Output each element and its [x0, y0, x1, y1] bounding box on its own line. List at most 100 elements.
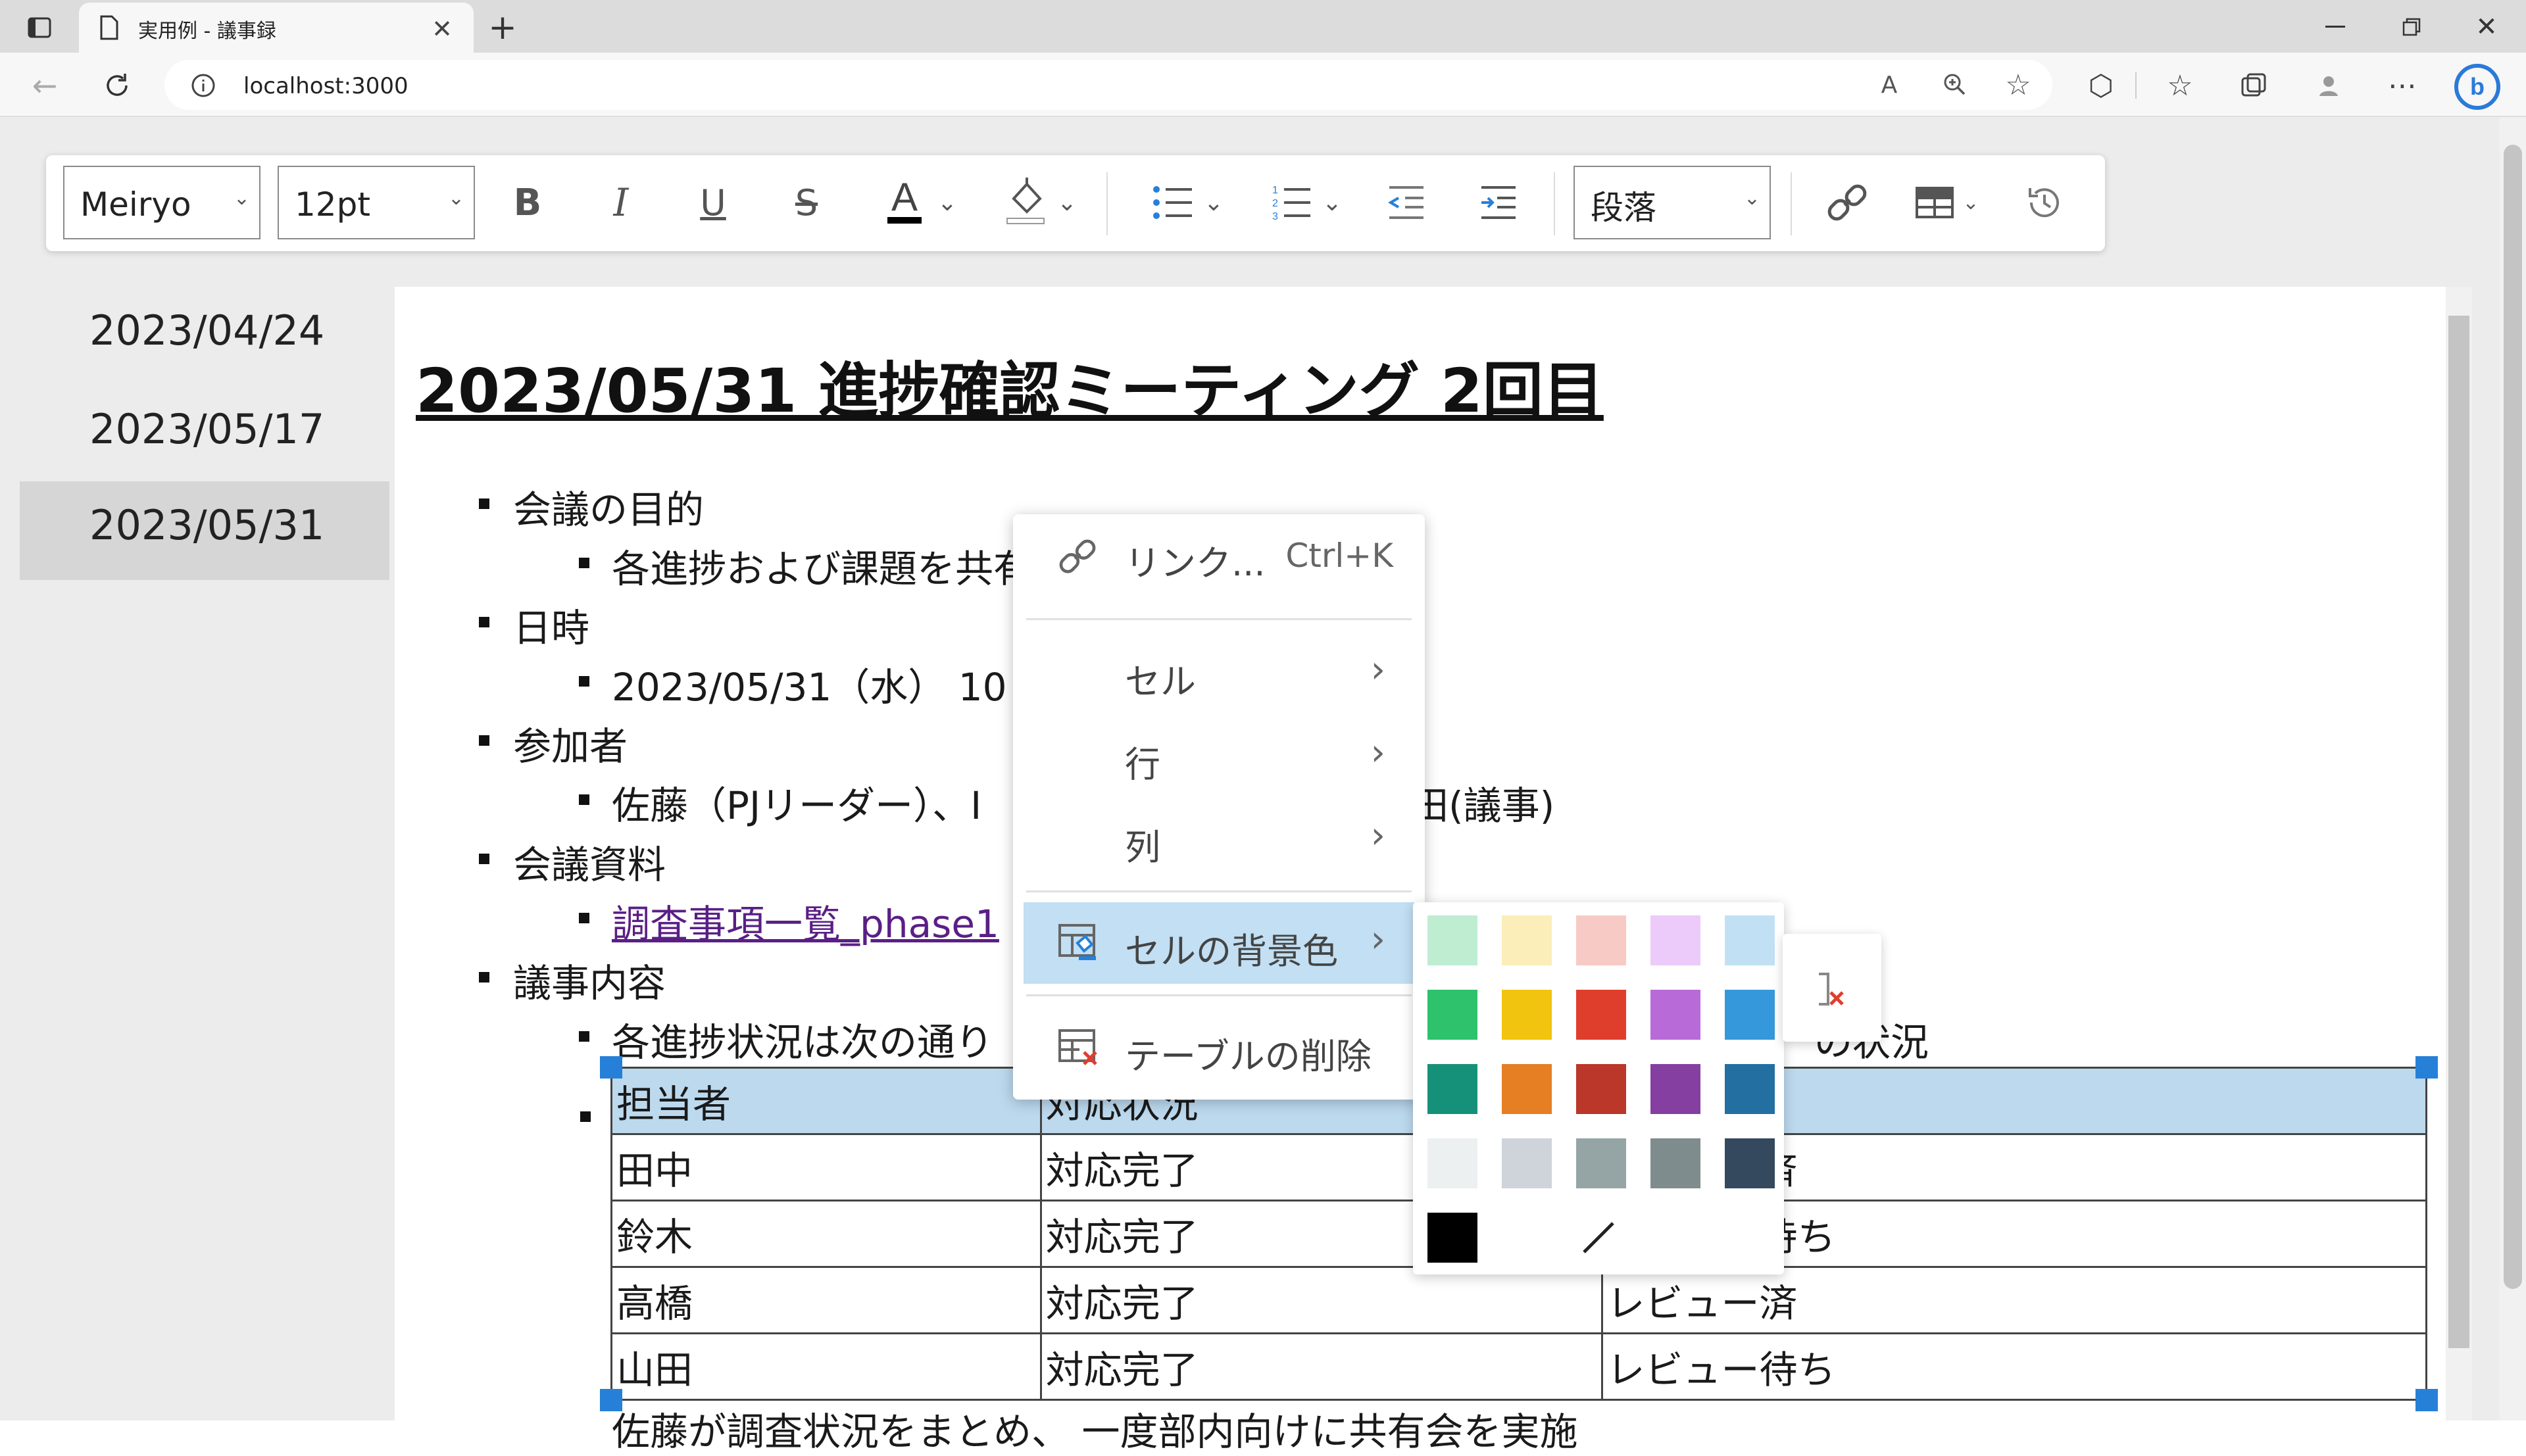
list-item[interactable]: 参加者	[478, 716, 628, 771]
text-color-button[interactable]: A ⌄	[868, 166, 974, 239]
more-icon[interactable]: ⋯	[2384, 67, 2421, 104]
zoom-icon[interactable]	[1941, 70, 1969, 99]
refresh-icon[interactable]	[99, 67, 136, 104]
color-swatch[interactable]	[1650, 990, 1700, 1040]
back-icon[interactable]: ←	[26, 68, 63, 103]
info-icon[interactable]	[189, 72, 217, 99]
list-item[interactable]: 日時	[478, 597, 589, 652]
underline-button[interactable]: U	[681, 166, 745, 239]
insert-table-button[interactable]: ⌄	[1901, 166, 1993, 239]
table-cell[interactable]: レビュー済	[1600, 1266, 2428, 1334]
collections-icon[interactable]	[2235, 67, 2272, 104]
color-swatch[interactable]	[1725, 915, 1775, 965]
color-swatch[interactable]	[1502, 990, 1552, 1040]
table-resize-handle[interactable]	[600, 1056, 622, 1079]
sidebar-item-date[interactable]: 2023/04/24	[20, 287, 389, 385]
list-item[interactable]: 各進捗状況は次の通り	[578, 1011, 993, 1067]
list-item[interactable]: 会議の目的	[478, 479, 704, 534]
insert-link-button[interactable]	[1816, 166, 1879, 239]
list-item[interactable]: 議事内容	[478, 952, 666, 1007]
menu-divider	[1026, 618, 1412, 620]
color-swatch[interactable]	[1502, 1064, 1552, 1114]
table-cell[interactable]: 田中	[610, 1133, 1042, 1201]
menu-item-delete-table[interactable]: テーブルの削除	[1024, 1007, 1414, 1089]
url-field[interactable]: localhost:3000 A ☆	[164, 60, 2052, 110]
sidebar-item-date[interactable]: 2023/05/17	[20, 385, 389, 484]
list-item-partial[interactable]: 佐藤が調査状況をまとめ、 一度部内向けに共有会を実施	[612, 1401, 1577, 1456]
menu-item-label: セルの背景色	[1125, 931, 1338, 972]
color-swatch[interactable]	[1576, 915, 1626, 965]
menu-item-cell[interactable]: セル ›	[1024, 633, 1414, 714]
table-row: 高橋 対応完了 レビュー済	[610, 1266, 2428, 1334]
favorites-icon[interactable]: ☆	[2162, 67, 2198, 104]
minimize-icon[interactable]	[2316, 11, 2355, 43]
toolbar-divider	[2135, 72, 2137, 99]
color-swatch[interactable]	[1502, 1138, 1552, 1188]
document-title[interactable]: 2023/05/31 進捗確認ミーティング 2回目	[416, 342, 1604, 429]
color-swatch[interactable]	[1427, 990, 1477, 1040]
page-scrollbar-thumb[interactable]	[2504, 145, 2522, 1289]
new-tab-icon[interactable]: +	[484, 8, 521, 47]
outdent-button[interactable]	[1375, 166, 1438, 239]
table-header-cell[interactable]: 担当者	[610, 1067, 1042, 1135]
font-size-select[interactable]: 12pt ⌄	[278, 166, 475, 239]
indent-button[interactable]	[1467, 166, 1530, 239]
list-item[interactable]: 調査事項一覧_phase1	[579, 893, 999, 948]
materials-link[interactable]: 調査事項一覧_phase1	[612, 902, 999, 946]
color-swatch[interactable]	[1725, 990, 1775, 1040]
menu-item-cell-background[interactable]: セルの背景色 ›	[1024, 902, 1414, 984]
color-swatch[interactable]	[1427, 1064, 1477, 1114]
strikethrough-button[interactable]: S	[775, 166, 838, 239]
block-format-select[interactable]: 段落 ⌄	[1573, 166, 1771, 239]
color-swatch[interactable]	[1576, 1138, 1626, 1188]
color-swatch[interactable]	[1576, 990, 1626, 1040]
list-item[interactable]: 会議資料	[478, 834, 666, 889]
numbered-list-button[interactable]: 1 2 3 ⌄	[1256, 166, 1355, 239]
bullet-list-button[interactable]: ⌄	[1138, 166, 1237, 239]
table-cell[interactable]: 高橋	[610, 1266, 1042, 1334]
background-color-button[interactable]: ⌄	[988, 166, 1093, 239]
menu-item-link[interactable]: リンク... Ctrl+K	[1024, 514, 1414, 596]
table-cell[interactable]: 鈴木	[610, 1200, 1042, 1268]
color-swatch[interactable]	[1502, 915, 1552, 965]
browser-tab[interactable]: 実用例 - 議事録 ✕	[79, 3, 474, 53]
table-resize-handle[interactable]	[2415, 1389, 2438, 1411]
list-item[interactable]: 各進捗および課題を共有	[578, 538, 1031, 593]
close-tab-icon[interactable]: ✕	[428, 14, 457, 43]
sidebar-toggle-icon[interactable]	[24, 12, 55, 43]
color-swatch[interactable]	[1427, 915, 1477, 965]
color-swatch[interactable]	[1650, 915, 1700, 965]
list-item[interactable]: 2023/05/31（水） 10	[579, 656, 1007, 712]
remove-color-button[interactable]	[1802, 960, 1862, 1019]
color-swatch[interactable]	[1576, 1064, 1626, 1114]
close-window-icon[interactable]: ✕	[2467, 9, 2506, 45]
color-swatch[interactable]	[1650, 1064, 1700, 1114]
color-swatch[interactable]	[1427, 1213, 1477, 1263]
color-swatch[interactable]	[1650, 1138, 1700, 1188]
list-item[interactable]: 佐藤（PJリーダー）、I	[578, 775, 981, 830]
bold-button[interactable]: B	[496, 166, 559, 239]
editor-scrollbar-thumb[interactable]	[2448, 316, 2469, 1348]
extensions-icon[interactable]: ⬡	[2083, 67, 2119, 104]
menu-item-label: 行	[1125, 744, 1160, 785]
add-favorite-icon[interactable]: ☆	[2002, 68, 2034, 102]
italic-button[interactable]: I	[589, 166, 653, 239]
color-swatch[interactable]	[1427, 1138, 1477, 1188]
bing-icon[interactable]: b	[2452, 62, 2502, 112]
profile-icon[interactable]	[2310, 67, 2347, 104]
read-aloud-icon[interactable]: A	[1875, 70, 1904, 99]
table-resize-handle[interactable]	[2415, 1056, 2438, 1079]
table-cell[interactable]: 対応完了	[1039, 1266, 1603, 1334]
menu-item-column[interactable]: 列 ›	[1024, 798, 1414, 880]
table-cell[interactable]: 対応完了	[1039, 1332, 1603, 1401]
menu-item-row[interactable]: 行 ›	[1024, 716, 1414, 797]
color-swatch[interactable]	[1725, 1064, 1775, 1114]
history-button[interactable]	[2013, 166, 2076, 239]
color-swatch[interactable]	[1725, 1138, 1775, 1188]
restore-icon[interactable]	[2392, 11, 2431, 43]
no-color-swatch[interactable]	[1571, 1210, 1626, 1265]
sidebar-item-date-active[interactable]: 2023/05/31	[20, 481, 389, 580]
table-cell[interactable]: レビュー待ち	[1600, 1332, 2428, 1401]
table-cell[interactable]: 山田	[610, 1332, 1042, 1401]
font-family-select[interactable]: Meiryo ⌄	[63, 166, 260, 239]
